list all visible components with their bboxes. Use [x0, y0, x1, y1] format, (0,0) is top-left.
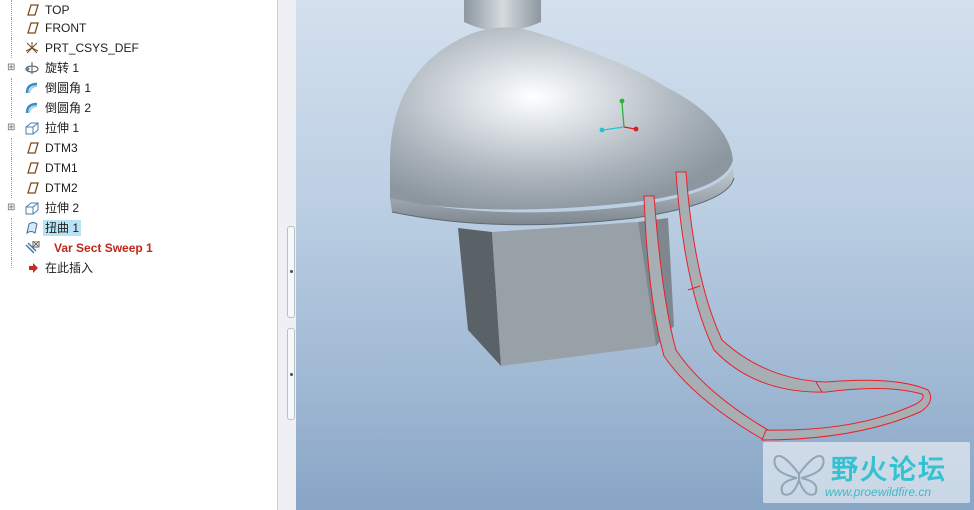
model-render	[390, 0, 932, 441]
round-icon	[25, 82, 38, 94]
sweep-strap	[643, 171, 932, 441]
tree-item-label: DTM1	[45, 161, 78, 175]
tree-connector	[11, 38, 13, 58]
model-tree: TOP FRONT PRT_CSYS_DEF ⊞ 旋转 1 倒圆角 1 倒圆角 …	[0, 0, 277, 510]
tree-item-label: 在此插入	[45, 261, 94, 275]
tree-connector	[11, 18, 13, 38]
graphics-viewport[interactable]: 野火论坛 www.proewildfire.cn	[296, 0, 974, 510]
expand-plus-icon[interactable]: ⊞	[7, 63, 16, 73]
tree-item-revolve-1[interactable]: ⊞ 旋转 1	[0, 58, 277, 78]
tree-connector	[11, 178, 13, 198]
expand-plus-icon[interactable]: ⊞	[7, 203, 16, 213]
tree-item-round-2[interactable]: 倒圆角 2	[0, 98, 277, 118]
extrude-icon	[25, 202, 39, 215]
splitter-grip-bottom[interactable]	[287, 328, 295, 420]
datum-plane-icon	[27, 142, 39, 154]
datum-plane-icon	[27, 182, 39, 194]
tree-connector	[11, 138, 13, 158]
tree-connector	[11, 0, 13, 20]
tree-connector	[11, 238, 13, 258]
expand-plus-icon[interactable]: ⊞	[7, 123, 16, 133]
tree-connector	[11, 218, 13, 238]
var-sect-sweep-icon	[25, 241, 40, 254]
tree-item-extrude-2[interactable]: ⊞ 拉伸 2	[0, 198, 277, 218]
tree-item-insert-here[interactable]: 在此插入	[0, 258, 277, 278]
tree-item-front[interactable]: FRONT	[0, 18, 277, 38]
splitter-grip-top[interactable]	[287, 226, 295, 318]
butterfly-logo-icon	[773, 455, 825, 496]
coordinate-system-icon	[25, 42, 39, 54]
datum-plane-icon	[27, 22, 39, 34]
tree-item-label: 拉伸 1	[45, 121, 80, 135]
tree-item-round-1[interactable]: 倒圆角 1	[0, 78, 277, 98]
tree-item-label: Var Sect Sweep 1	[54, 241, 153, 255]
tree-item-label: DTM2	[45, 181, 78, 195]
tree-item-label: 旋转 1	[45, 61, 80, 75]
watermark-text: 野火论坛	[831, 455, 947, 486]
tree-item-prt-csys-def[interactable]: PRT_CSYS_DEF	[0, 38, 277, 58]
tree-item-label: FRONT	[45, 21, 87, 35]
datum-plane-icon	[27, 4, 39, 16]
tree-item-dtm2[interactable]: DTM2	[0, 178, 277, 198]
tree-item-top[interactable]: TOP	[0, 0, 277, 20]
tree-item-var-sect-sweep-1[interactable]: Var Sect Sweep 1	[0, 238, 277, 258]
panel-splitter[interactable]	[277, 0, 296, 510]
tree-item-label: 倒圆角 2	[45, 101, 92, 115]
neck-cylinder	[464, 0, 541, 31]
round-icon	[25, 102, 38, 114]
tree-item-label: TOP	[45, 3, 70, 17]
extrude-icon	[25, 122, 39, 135]
tree-item-label: 倒圆角 1	[45, 81, 92, 95]
watermark-url: www.proewildfire.cn	[825, 485, 932, 499]
tree-item-label: DTM3	[45, 141, 78, 155]
tree-item-label: 拉伸 2	[45, 201, 80, 215]
grip-dot	[290, 270, 293, 273]
insert-here-arrow-icon	[29, 263, 38, 273]
watermark: 野火论坛 www.proewildfire.cn	[763, 442, 970, 503]
revolve-icon	[25, 62, 39, 74]
tree-connector	[11, 78, 13, 98]
warp-icon	[26, 222, 38, 235]
tree-connector	[11, 258, 13, 268]
tree-item-label: PRT_CSYS_DEF	[45, 41, 139, 55]
tree-connector	[11, 158, 13, 178]
tree-item-dtm3[interactable]: DTM3	[0, 138, 277, 158]
tree-connector	[11, 98, 13, 118]
tree-item-label: 扭曲 1	[43, 220, 82, 236]
grip-dot	[290, 373, 293, 376]
datum-plane-icon	[27, 162, 39, 174]
box-front-face	[492, 222, 656, 366]
tree-item-dtm1[interactable]: DTM1	[0, 158, 277, 178]
tree-item-extrude-1[interactable]: ⊞ 拉伸 1	[0, 118, 277, 138]
tree-item-warp-1[interactable]: 扭曲 1	[0, 218, 277, 238]
